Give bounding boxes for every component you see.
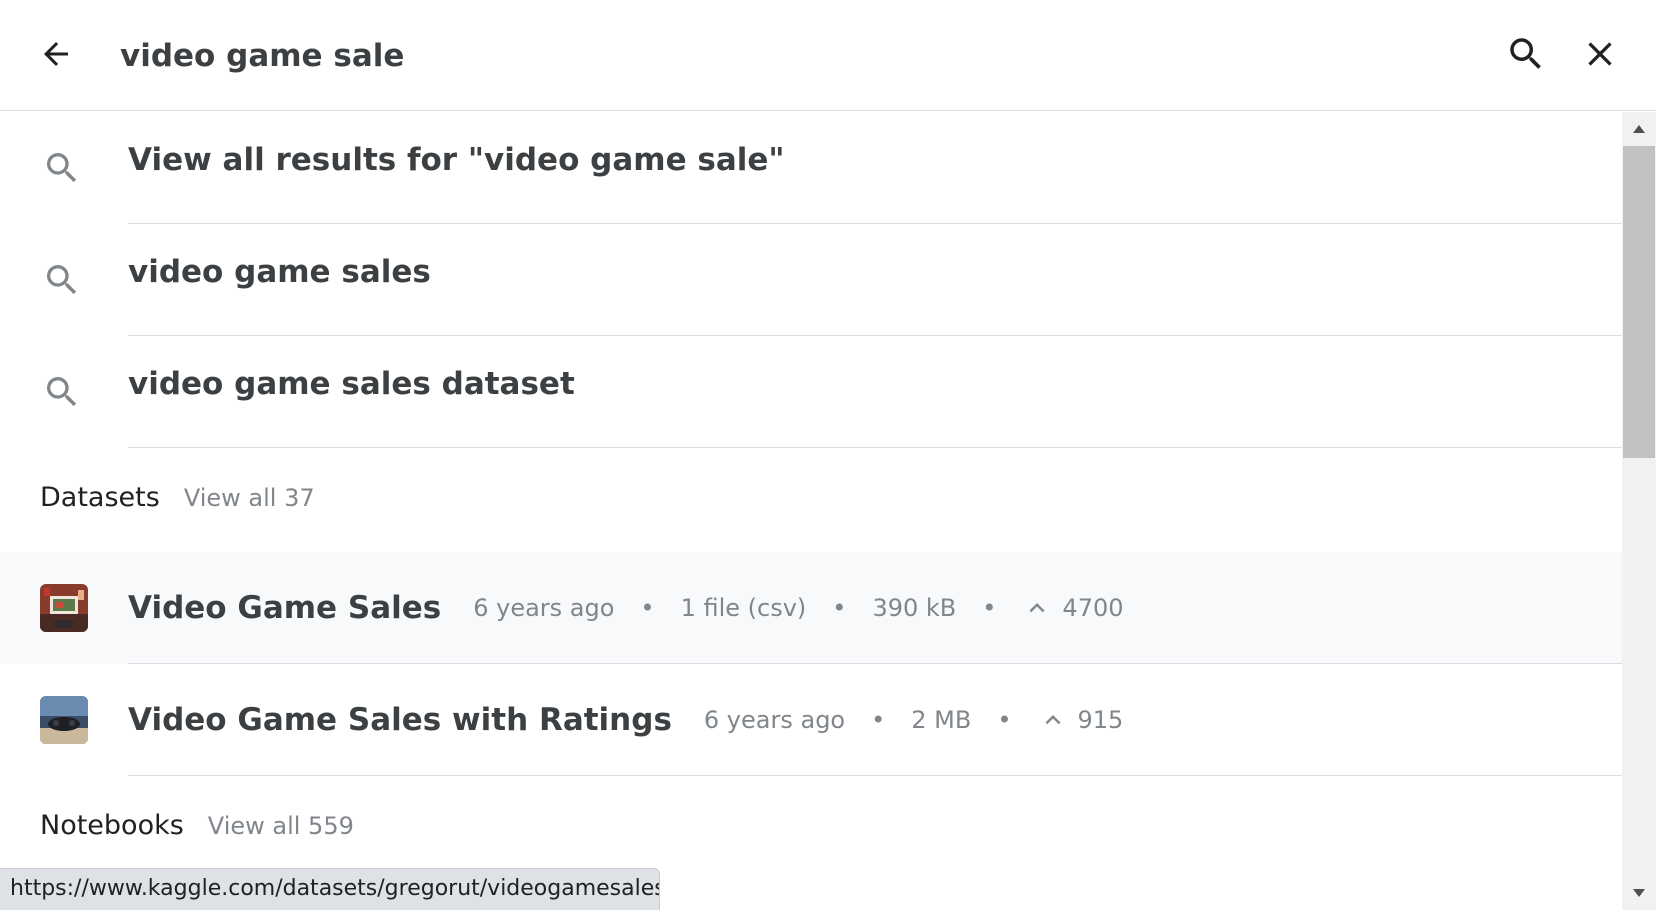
dataset-size: 2 MB	[911, 706, 972, 734]
separator-dot: •	[982, 594, 997, 622]
dataset-thumbnail	[40, 584, 88, 632]
scrollbar-thumb[interactable]	[1623, 146, 1655, 458]
notebooks-view-all-link[interactable]: View all 559	[208, 812, 354, 840]
triangle-up-icon	[1633, 125, 1645, 133]
suggestion-view-all-results[interactable]: View all results for "video game sale"	[0, 112, 1622, 224]
dataset-result-info: Video Game Sales with Ratings 6 years ag…	[128, 698, 1123, 742]
divider	[128, 775, 1622, 776]
search-results-dropdown: View all results for "video game sale" v…	[0, 112, 1622, 910]
upvote-icon	[1022, 593, 1052, 623]
dataset-updated: 6 years ago	[703, 706, 846, 734]
dataset-votes: 4700	[1062, 594, 1124, 622]
dataset-votes: 915	[1077, 706, 1124, 734]
clear-search-button[interactable]	[1578, 32, 1622, 76]
suggestion-label: View all results for "video game sale"	[128, 142, 785, 178]
separator-dot: •	[997, 706, 1012, 734]
search-icon	[47, 265, 77, 295]
search-input[interactable]	[120, 30, 1480, 82]
dataset-updated: 6 years ago	[473, 594, 615, 622]
dataset-result-video-game-sales[interactable]: Video Game Sales 6 years ago • 1 file (c…	[0, 552, 1622, 664]
arrow-back-icon	[44, 42, 68, 66]
dataset-size: 390 kB	[872, 594, 957, 622]
divider	[128, 447, 1622, 448]
triangle-down-icon	[1633, 889, 1645, 897]
back-button[interactable]	[34, 32, 78, 76]
dataset-title: Video Game Sales	[128, 590, 442, 626]
suggestion-label: video game sales dataset	[128, 366, 575, 402]
suggestion-label: video game sales	[128, 254, 431, 290]
suggestion-video-game-sales-dataset[interactable]: video game sales dataset	[0, 336, 1622, 448]
dataset-files: 1 file (csv)	[680, 594, 807, 622]
search-icon	[47, 377, 77, 407]
dataset-result-info: Video Game Sales 6 years ago • 1 file (c…	[128, 586, 1124, 630]
notebooks-section-header: Notebooks View all 559	[40, 810, 354, 850]
close-icon	[1588, 42, 1612, 66]
search-header	[0, 0, 1656, 111]
datasets-section-title: Datasets	[40, 482, 160, 513]
separator-dot: •	[832, 594, 847, 622]
search-button[interactable]	[1504, 32, 1548, 76]
dataset-result-video-game-sales-with-ratings[interactable]: Video Game Sales with Ratings 6 years ag…	[0, 664, 1622, 776]
suggestion-video-game-sales[interactable]: video game sales	[0, 224, 1622, 336]
scroll-down-button[interactable]	[1622, 876, 1656, 910]
separator-dot: •	[640, 594, 655, 622]
dataset-title: Video Game Sales with Ratings	[128, 702, 672, 738]
dataset-thumbnail	[40, 696, 88, 744]
upvote-icon	[1038, 705, 1068, 735]
separator-dot: •	[871, 706, 886, 734]
search-icon	[1510, 38, 1541, 69]
notebooks-section-title: Notebooks	[40, 810, 184, 841]
search-icon	[47, 153, 77, 183]
scroll-up-button[interactable]	[1622, 112, 1656, 146]
datasets-view-all-link[interactable]: View all 37	[184, 484, 315, 512]
status-bar-url: https://www.kaggle.com/datasets/gregorut…	[0, 868, 660, 910]
datasets-section-header: Datasets View all 37	[40, 482, 315, 522]
scrollbar[interactable]	[1622, 112, 1656, 910]
